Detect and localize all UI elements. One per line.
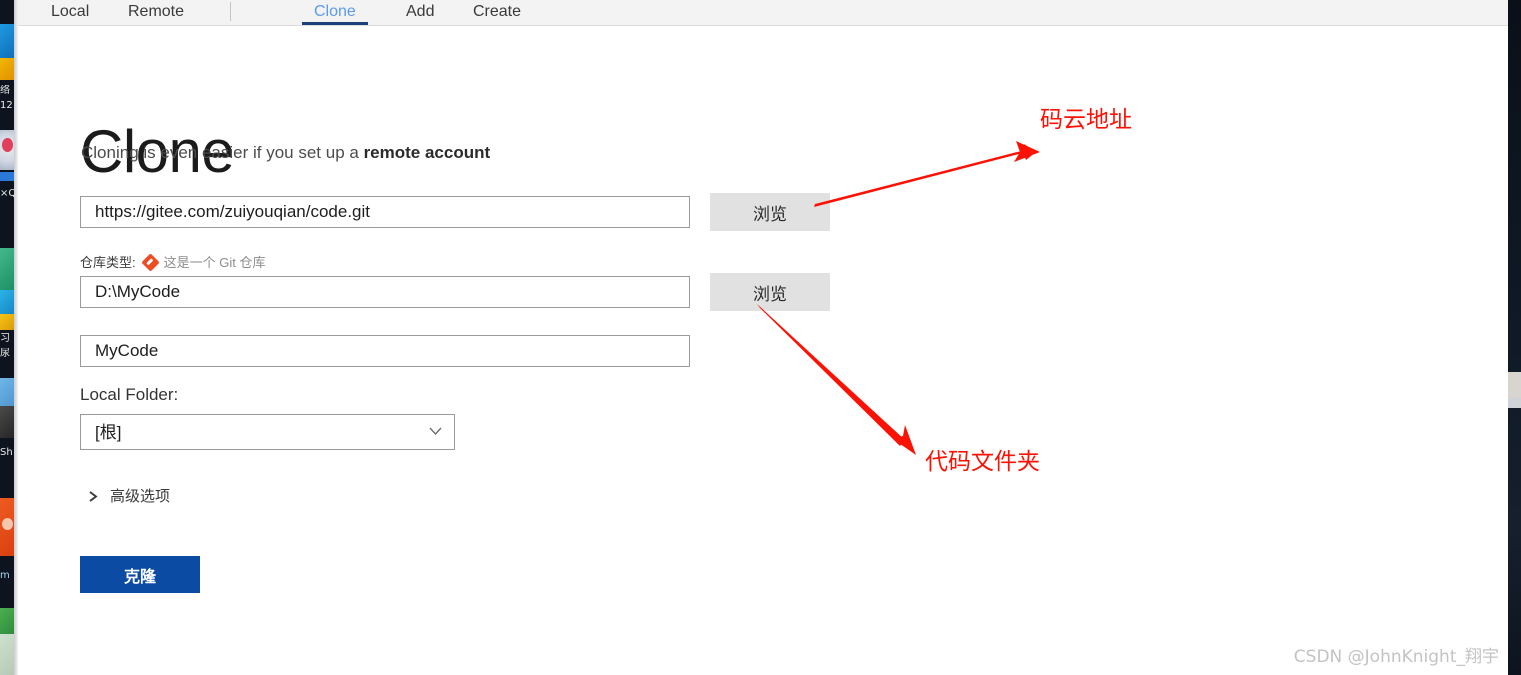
taskbar-icon-blue-bar[interactable] xyxy=(0,172,14,181)
taskbar-icon-yellow[interactable] xyxy=(0,58,14,80)
csdn-watermark: CSDN @JohnKnight_翔宇 xyxy=(1293,647,1499,667)
taskbar-icon-red-dot xyxy=(2,138,13,152)
taskbar-icon-green[interactable] xyxy=(0,608,14,634)
taskbar-icon-pale[interactable] xyxy=(0,634,14,675)
browse-url-button[interactable]: 浏览 xyxy=(710,193,830,231)
tab-clone[interactable]: Clone xyxy=(302,0,368,25)
clone-page: Clone Cloning is even easier if you set … xyxy=(18,26,1508,675)
taskbar-label-5: 尿 xyxy=(0,348,10,359)
taskbar-label-4: 习 xyxy=(0,333,10,344)
navigation-tabbar: Local Remote Clone Add Create xyxy=(18,0,1508,26)
local-folder-label: Local Folder: xyxy=(80,385,179,404)
local-folder-value: [根] xyxy=(95,423,122,442)
taskbar-label-2: 12 xyxy=(0,100,13,111)
advanced-options-label: 高级选项 xyxy=(110,488,171,505)
right-strip-highlight-2 xyxy=(1508,398,1521,408)
tab-local[interactable]: Local xyxy=(51,0,89,25)
taskbar-label-6: Sh xyxy=(0,447,13,458)
repository-type-row: 仓库类型: 这是一个 Git 仓库 xyxy=(80,253,266,272)
chevron-right-icon xyxy=(89,491,98,502)
git-diamond-icon xyxy=(140,253,160,272)
tab-remote[interactable]: Remote xyxy=(128,0,184,25)
tab-create[interactable]: Create xyxy=(473,0,521,25)
screen-root: 络 12 ×Q( 习 尿 Sh m Local Remote Clone Add xyxy=(0,0,1521,675)
window-left-edge xyxy=(14,0,18,675)
git-client-window: Local Remote Clone Add Create Clone Clon… xyxy=(18,0,1508,675)
taskbar-label-1: 络 xyxy=(0,85,10,96)
taskbar-icon-dark[interactable] xyxy=(0,406,14,438)
taskbar-icon-cyan[interactable] xyxy=(0,290,14,314)
desktop-right-strip xyxy=(1508,0,1521,675)
annotation-label-url: 码云地址 xyxy=(1040,107,1132,133)
subtitle-text: Cloning is even easier if you set up a xyxy=(81,143,364,162)
taskbar-icon-blue-1[interactable] xyxy=(0,24,14,58)
advanced-options-toggle[interactable]: 高级选项 xyxy=(88,487,170,507)
tabbar-divider xyxy=(230,2,231,21)
taskbar-icon-lightblue[interactable] xyxy=(0,378,14,406)
clone-button[interactable]: 克隆 xyxy=(80,556,200,593)
tab-add[interactable]: Add xyxy=(406,0,434,25)
taskbar-icon-orange-glyph xyxy=(2,518,13,530)
remote-account-link[interactable]: remote account xyxy=(364,143,491,162)
project-name-input[interactable] xyxy=(80,335,690,367)
annotation-label-folder: 代码文件夹 xyxy=(925,449,1040,475)
browse-path-button[interactable]: 浏览 xyxy=(710,273,830,311)
taskbar-label-3: ×Q( xyxy=(0,188,14,199)
local-path-input[interactable] xyxy=(80,276,690,308)
chevron-down-icon xyxy=(429,427,442,435)
local-folder-select[interactable]: [根] xyxy=(80,414,455,450)
desktop-taskbar-strip: 络 12 ×Q( 习 尿 Sh m xyxy=(0,0,14,675)
repository-url-input[interactable] xyxy=(80,196,690,228)
taskbar-icon-green-doc[interactable] xyxy=(0,248,14,290)
taskbar-icon-amber[interactable] xyxy=(0,314,14,330)
taskbar-label-7: m xyxy=(0,570,10,581)
page-subtitle: Cloning is even easier if you set up a r… xyxy=(81,142,490,164)
repository-type-label: 仓库类型: xyxy=(80,255,136,270)
right-strip-highlight xyxy=(1508,372,1521,398)
repository-type-hint: 这是一个 Git 仓库 xyxy=(163,255,266,270)
